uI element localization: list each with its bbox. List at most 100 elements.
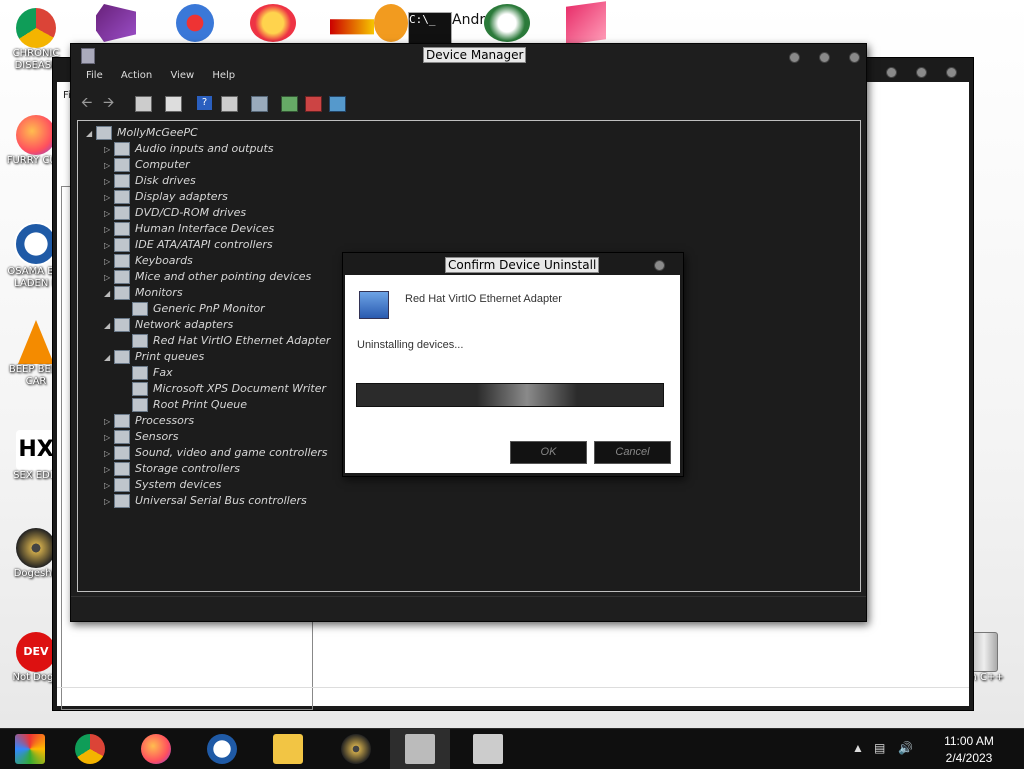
device-category-icon <box>114 158 130 172</box>
taskbar-file-explorer[interactable] <box>258 729 318 769</box>
action-pane-icon[interactable] <box>221 96 238 112</box>
tree-node[interactable]: ◢ Monitors <box>104 285 183 301</box>
tree-node[interactable]: ▷ Mice and other pointing devices <box>104 269 311 285</box>
tree-node[interactable]: ▷ Computer <box>104 157 190 173</box>
tree-node[interactable]: ▷ Processors <box>104 413 194 429</box>
confirm-uninstall-dialog[interactable]: Confirm Device Uninstall Red Hat VirtIO … <box>342 252 684 477</box>
tree-node[interactable]: ▷ Human Interface Devices <box>104 221 274 237</box>
tree-node-label: Disk drives <box>135 174 196 187</box>
scan-hardware-icon[interactable] <box>251 96 268 112</box>
volume-icon[interactable]: 🔊 <box>898 741 913 755</box>
expand-arrow-icon[interactable]: ▷ <box>104 158 114 174</box>
cancel-button[interactable]: Cancel <box>594 441 671 464</box>
menu-help[interactable]: Help <box>212 70 235 81</box>
collapse-arrow-icon[interactable]: ◢ <box>104 350 114 366</box>
tree-node[interactable]: Generic PnP Monitor <box>122 301 265 317</box>
expand-arrow-icon[interactable]: ▷ <box>104 270 114 286</box>
tree-node[interactable]: ▷ Display adapters <box>104 189 228 205</box>
close-button[interactable] <box>849 52 860 63</box>
update-driver-icon[interactable] <box>281 96 298 112</box>
tree-node[interactable]: ▷ IDE ATA/ATAPI controllers <box>104 237 273 253</box>
minimize-button[interactable] <box>885 67 897 78</box>
expand-arrow-icon[interactable]: ▷ <box>104 222 114 238</box>
menu-file[interactable]: File <box>86 70 103 81</box>
expand-arrow-icon[interactable]: ▷ <box>104 478 114 494</box>
app-flag-icon[interactable] <box>330 19 374 35</box>
title-bar[interactable]: Device Manager <box>71 44 866 68</box>
maximize-button[interactable] <box>818 52 830 63</box>
close-button[interactable] <box>946 67 957 78</box>
help-icon[interactable]: ? <box>197 96 212 110</box>
expand-arrow-icon[interactable]: ▷ <box>104 446 114 462</box>
forward-arrow-icon[interactable]: 🡪 <box>103 96 118 110</box>
menu-action[interactable]: Action <box>121 70 152 81</box>
list-view-icon[interactable] <box>165 96 182 112</box>
tree-node[interactable]: ▷ Keyboards <box>104 253 193 269</box>
tree-node[interactable]: Fax <box>122 365 173 381</box>
tree-node[interactable]: ▷ Storage controllers <box>104 461 240 477</box>
taskbar-app[interactable] <box>458 729 518 769</box>
back-arrow-icon[interactable]: 🡨 <box>81 96 96 110</box>
app-balloon-icon[interactable] <box>176 4 214 42</box>
expand-arrow-icon[interactable]: ▷ <box>104 142 114 158</box>
tree-node-label: Storage controllers <box>135 462 240 475</box>
tree-node-label: Human Interface Devices <box>135 222 275 235</box>
minimize-button[interactable] <box>788 52 800 63</box>
menu-view[interactable]: View <box>170 70 194 81</box>
tree-node[interactable]: ◢ Network adapters <box>104 317 233 333</box>
tree-node[interactable]: ▷ Audio inputs and outputs <box>104 141 274 157</box>
tree-node[interactable]: Microsoft XPS Document Writer <box>122 381 326 397</box>
network-icon[interactable]: ▤ <box>874 741 885 755</box>
tree-node[interactable]: Root Print Queue <box>122 397 247 413</box>
start-button[interactable] <box>0 729 60 769</box>
app-book-icon[interactable] <box>566 1 606 45</box>
tree-root-label: MollyMcGeePC <box>117 126 198 139</box>
taskbar-obama[interactable] <box>192 729 252 769</box>
tree-node[interactable]: ▷ System devices <box>104 477 221 493</box>
app-p-icon[interactable] <box>250 4 296 42</box>
taskbar-doge[interactable] <box>326 729 386 769</box>
tree-node-label: Sound, video and game controllers <box>135 446 328 459</box>
expand-arrow-icon[interactable]: ▷ <box>104 254 114 270</box>
dialog-title: Confirm Device Uninstall <box>445 257 600 273</box>
expand-arrow-icon[interactable]: ▷ <box>104 190 114 206</box>
expand-arrow-icon[interactable]: ▷ <box>104 430 114 446</box>
app-santa-icon[interactable] <box>484 4 530 42</box>
clock[interactable]: 11:00 AM 2/4/2023 <box>934 733 1004 767</box>
tree-node[interactable]: ▷ Disk drives <box>104 173 196 189</box>
expand-arrow-icon[interactable]: ▷ <box>104 494 114 510</box>
taskbar-chrome[interactable] <box>60 729 120 769</box>
device-manager-icon <box>405 734 435 764</box>
uninstall-device-icon[interactable] <box>305 96 322 112</box>
collapse-arrow-icon[interactable]: ◢ <box>86 126 96 142</box>
add-driver-icon[interactable] <box>329 96 346 112</box>
tree-node[interactable]: ▷ DVD/CD-ROM drives <box>104 205 246 221</box>
tree-node[interactable]: ▷ Universal Serial Bus controllers <box>104 493 307 509</box>
expand-arrow-icon[interactable]: ▷ <box>104 238 114 254</box>
taskbar-firefox[interactable] <box>126 729 186 769</box>
collapse-arrow-icon[interactable]: ◢ <box>104 286 114 302</box>
tree-node[interactable]: ▷ Sound, video and game controllers <box>104 445 328 461</box>
expand-arrow-icon[interactable]: ▷ <box>104 414 114 430</box>
maximize-button[interactable] <box>915 67 927 78</box>
show-hidden-icons-chevron-icon[interactable]: ▲ <box>852 741 864 755</box>
tree-node[interactable]: ◢ Print queues <box>104 349 204 365</box>
window-title: Device Manager <box>423 47 527 63</box>
ok-button[interactable]: OK <box>510 441 587 464</box>
tree-node[interactable]: Red Hat VirtIO Ethernet Adapter <box>122 333 330 349</box>
command-prompt-icon[interactable]: C:\_ <box>408 12 452 44</box>
taskbar-device-manager[interactable] <box>390 729 450 769</box>
properties-pane-icon[interactable] <box>135 96 152 112</box>
tree-node[interactable]: ▷ Sensors <box>104 429 178 445</box>
tree-node-label: IDE ATA/ATAPI controllers <box>135 238 273 251</box>
expand-arrow-icon[interactable]: ▷ <box>104 206 114 222</box>
network-adapter-icon <box>359 291 389 319</box>
device-category-icon <box>132 398 148 412</box>
app-orange-icon[interactable] <box>374 4 408 42</box>
visual-studio-icon[interactable] <box>96 4 136 42</box>
expand-arrow-icon[interactable]: ▷ <box>104 174 114 190</box>
dialog-close-button[interactable] <box>654 260 665 271</box>
collapse-arrow-icon[interactable]: ◢ <box>104 318 114 334</box>
expand-arrow-icon[interactable]: ▷ <box>104 462 114 478</box>
tree-root[interactable]: ◢ MollyMcGeePC <box>86 125 198 141</box>
